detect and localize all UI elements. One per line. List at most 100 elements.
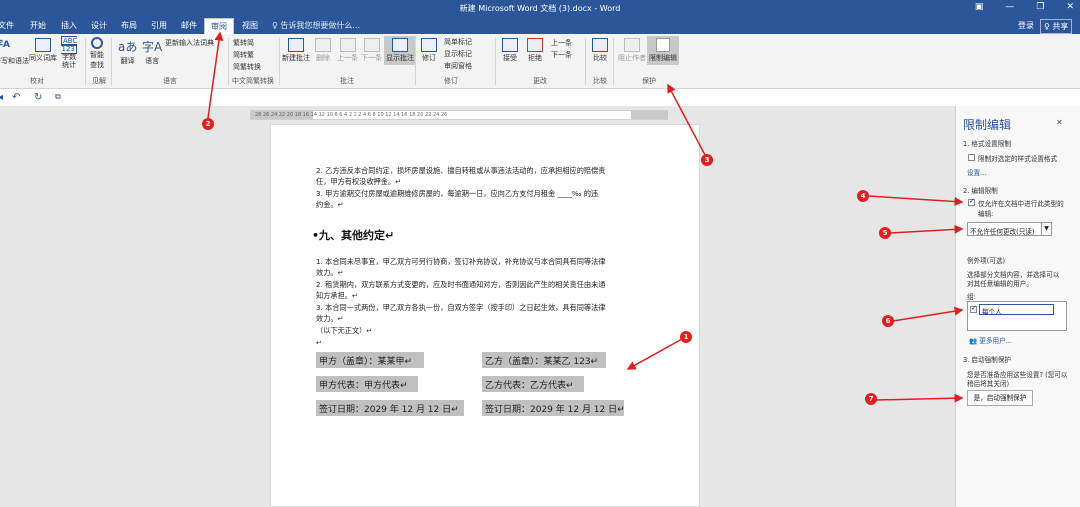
tab-mailings[interactable]: 邮件 xyxy=(181,20,197,31)
signin-link[interactable]: 登录 xyxy=(1018,20,1034,31)
tab-home[interactable]: 开始 xyxy=(30,20,46,31)
exceptions-title: 例外项(可选) xyxy=(967,257,1006,265)
spelling-button[interactable]: 拼写和语法 xyxy=(0,56,29,66)
tab-design[interactable]: 设计 xyxy=(91,20,107,31)
tab-layout[interactable]: 布局 xyxy=(121,20,137,31)
language-button[interactable]: 字A 语言 xyxy=(142,38,162,66)
everyone-checkbox[interactable] xyxy=(970,304,977,313)
para-5: 3. 本合同一式两份，甲乙双方各执一份，自双方签字（按手印）之日起生效，具有同等… xyxy=(316,303,606,312)
section-edit-title: 2. 编辑限制 xyxy=(963,187,998,195)
ribbon-tabs: 文件 开始 插入 设计 布局 引用 邮件 审阅 视图 ♀ 告诉我您想要做什么..… xyxy=(0,18,1080,34)
accept-icon xyxy=(502,38,518,52)
para-7: ↵ xyxy=(316,338,323,347)
sig-a-rep[interactable]: 甲方代表：甲方代表↵ xyxy=(316,376,418,392)
close-button[interactable]: ✕ xyxy=(1066,2,1074,12)
sig-b-party[interactable]: 乙方（盖章）：某某乙 123↵ xyxy=(482,352,606,368)
show-comments-button[interactable]: 显示批注 xyxy=(384,36,416,65)
restrict-editing-button[interactable]: 限制编辑 xyxy=(647,36,679,65)
ribbon-display-button[interactable]: ▣ xyxy=(975,2,984,12)
para-6: （以下无正文）↵ xyxy=(316,326,373,335)
update-ime-button[interactable]: 更新输入法词典 xyxy=(165,38,214,48)
block-authors-button[interactable]: 阻止作者 xyxy=(618,38,646,63)
window-title: 新建 Microsoft Word 文档 (3).docx - Word xyxy=(459,4,621,13)
para-3b: 效力。↵ xyxy=(316,268,344,277)
groups-label: 组: xyxy=(967,293,976,301)
sig-a-date[interactable]: 签订日期：2029 年 12 月 12 日↵ xyxy=(316,400,464,416)
exceptions-desc-2: 对其任意编辑的用户。 xyxy=(967,280,1033,288)
minimize-button[interactable]: — xyxy=(1005,2,1014,12)
enforce-question-2: 稍后将其关闭) xyxy=(967,380,1010,388)
show-comments-icon xyxy=(392,38,408,52)
share-button[interactable]: ♀ 共享 xyxy=(1040,19,1073,34)
para-1b: 任，甲方有权没收押金。↵ xyxy=(316,177,402,186)
prev-comment-button[interactable]: 上一条 xyxy=(337,38,358,63)
translate-button[interactable]: aあ 翻译 xyxy=(118,38,137,66)
section-enforce-title: 3. 启动强制保护 xyxy=(963,356,1011,364)
tell-me-search[interactable]: ♀ 告诉我您想要做什么... xyxy=(272,20,360,31)
show-markup-button[interactable]: 显示标记 xyxy=(444,49,472,59)
start-enforcing-button[interactable]: 是，启动强制保护 xyxy=(967,390,1033,406)
simple-markup-select[interactable]: 简单标记 xyxy=(444,37,472,47)
delete-comment-button[interactable]: 删除 xyxy=(315,38,331,63)
group-protect: 保护 xyxy=(642,77,656,85)
tab-view[interactable]: 视图 xyxy=(242,20,258,31)
thesaurus-button[interactable]: 同义词库 xyxy=(29,38,57,63)
word-count-button[interactable]: ABC 123 字数 统计 xyxy=(61,36,78,69)
para-2b: 约金。↵ xyxy=(316,200,344,209)
para-4: 2. 租赁期内，双方联系方式变更的，应及时书面通知对方，否则因此产生的相关责任由… xyxy=(316,280,606,289)
print-preview-icon[interactable]: ⧉ xyxy=(55,92,61,102)
next-change-button[interactable]: 下一条 xyxy=(551,50,572,60)
track-changes-button[interactable]: 修订 xyxy=(421,38,437,63)
annotation-badge-3: 3 xyxy=(701,154,713,166)
tab-insert[interactable]: 插入 xyxy=(61,20,77,31)
smart-lookup-button[interactable]: 智能 查找 xyxy=(90,37,104,70)
track-changes-icon xyxy=(421,38,437,52)
edit-restrict-checkbox[interactable] xyxy=(968,197,975,206)
title-bar: 新建 Microsoft Word 文档 (3).docx - Word ▣ —… xyxy=(0,0,1080,18)
tab-review[interactable]: 审阅 xyxy=(204,18,234,34)
para-5b: 效力。↵ xyxy=(316,314,344,323)
spelling-icon[interactable]: 字A xyxy=(0,37,10,50)
section-heading: •九、其他约定↵ xyxy=(312,229,395,242)
next-comment-button[interactable]: 下一条 xyxy=(361,38,382,63)
section-format-title: 1. 格式设置限制 xyxy=(963,140,1011,148)
settings-link[interactable]: 设置... xyxy=(967,167,986,177)
accept-button[interactable]: 接受 xyxy=(502,38,518,63)
tab-file[interactable]: 文件 xyxy=(0,20,14,31)
maximize-button[interactable]: ❐ xyxy=(1036,2,1044,12)
translate-icon: aあ xyxy=(118,40,138,54)
prev-change-button[interactable]: 上一条 xyxy=(551,38,572,48)
compare-button[interactable]: 比较 xyxy=(592,38,608,63)
sig-a-party[interactable]: 甲方（盖章）：某某甲↵ xyxy=(316,352,424,368)
edit-restrict-label: 仅允许在文档中进行此类型的 xyxy=(978,200,1064,208)
more-users-link[interactable]: 👥 更多用户... xyxy=(969,335,1012,345)
para-1: 2. 乙方违反本合同约定，损坏房屋设施、擅自转租或从事违法活动的，应承担相应的赔… xyxy=(316,166,606,175)
para-2: 3. 甲方逾期交付房屋或逾期维修房屋的，每逾期一日，应向乙方支付月租金 ____… xyxy=(316,189,599,198)
review-pane-button[interactable]: 审阅窗格 xyxy=(444,61,472,71)
to-simplified-button[interactable]: 简转繁 xyxy=(233,50,254,60)
annotation-badge-1: 1 xyxy=(680,331,692,343)
lock-doc-icon xyxy=(656,38,670,52)
sig-b-date[interactable]: 签订日期：2029 年 12 月 12 日↵ xyxy=(482,400,625,416)
reject-button[interactable]: 拒绝 xyxy=(527,38,543,63)
new-comment-button[interactable]: 新建批注 xyxy=(282,38,310,63)
compare-icon xyxy=(592,38,608,52)
pane-close-icon[interactable]: ✕ xyxy=(1056,118,1063,127)
sig-b-rep[interactable]: 乙方代表：乙方代表↵ xyxy=(482,376,584,392)
prev-comment-icon xyxy=(339,38,356,52)
edit-type-select[interactable]: 不允许任何更改(只读) ▼ xyxy=(967,222,1052,236)
ribbon: 字A 拼写和语法 同义词库 ABC123字数 统计 校对 智能 查找 见解 aあ… xyxy=(0,34,1080,89)
edit-restrict-label-2: 编辑: xyxy=(978,210,994,218)
everyone-item[interactable]: 每个人 xyxy=(979,304,1054,316)
para-3: 1. 本合同未尽事宜，甲乙双方可另行协商，签订补充协议，补充协议与本合同具有同等… xyxy=(316,257,606,266)
format-restrict-checkbox[interactable] xyxy=(968,154,975,161)
horizontal-ruler[interactable]: 28 26 24 22 20 18 16 14 12 10 8 6 4 2 ⌶ … xyxy=(250,110,668,120)
redo-icon[interactable]: ↻ xyxy=(34,92,42,103)
convert-button[interactable]: 简繁转换 xyxy=(233,62,261,72)
tab-references[interactable]: 引用 xyxy=(151,20,167,31)
back-icon[interactable]: ◂ xyxy=(0,92,3,103)
undo-icon[interactable]: ↶ xyxy=(12,92,20,103)
annotation-badge-5: 5 xyxy=(879,227,891,239)
language-icon: 字A xyxy=(142,40,163,54)
to-traditional-button[interactable]: 繁转简 xyxy=(233,38,254,48)
